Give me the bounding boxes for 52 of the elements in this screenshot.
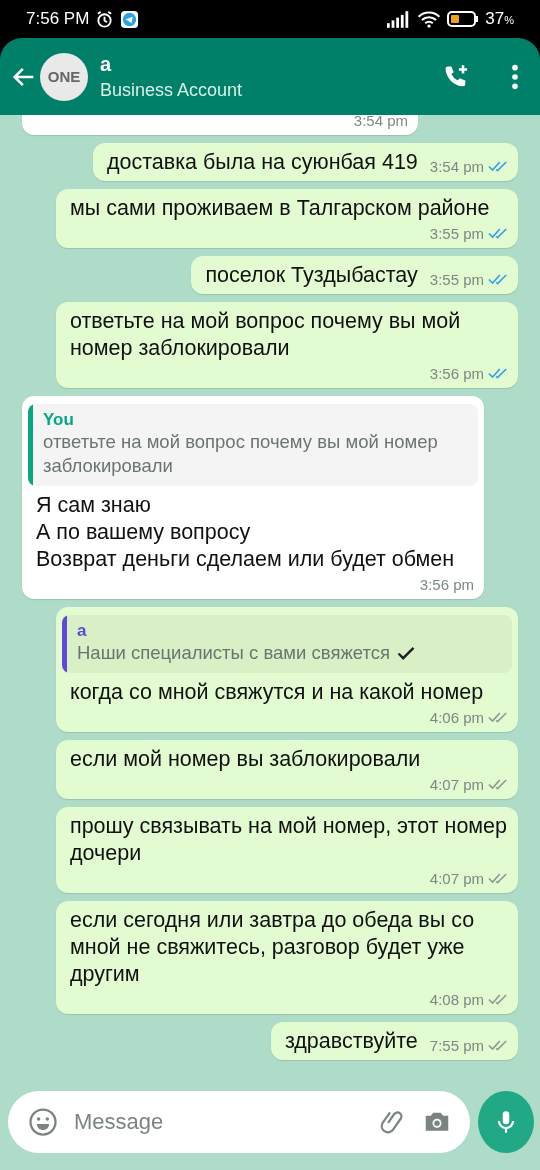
message-text: если мой номер вы заблокировали	[70, 746, 421, 773]
message-text: доставка была на суюнбая 419	[106, 149, 418, 176]
message-field[interactable]: Message	[72, 1108, 364, 1136]
quote-text: ответьте на мой вопрос почему вы мой номер заблокировали	[43, 430, 439, 478]
message-bubble[interactable]: прошу связывать на мой номер, этот номер дочери 4:07 pm	[56, 807, 518, 893]
message-time: 7:55 pm	[429, 1036, 484, 1054]
message-text: поселок Туздыбастау	[205, 262, 418, 289]
message-time: 3:56 pm	[429, 364, 484, 382]
message-time: 4:08 pm	[429, 990, 484, 1008]
message-bubble[interactable]: 3:54 pm	[22, 115, 418, 135]
message-time: 3:55 pm	[429, 224, 484, 242]
battery-icon	[447, 11, 480, 27]
message-time: 3:56 pm	[419, 575, 474, 593]
message-text: Я сам знаю А по вашему вопросу Возврат деньги сделаем или будет обмен	[36, 492, 455, 573]
message-bubble[interactable]: доставка была на суюнбая 419 3:54 pm	[92, 143, 518, 181]
message-bubble[interactable]: a Наши специалисты с вами свяжется когда со мной свяжутся и на какой номер 4:06 pm	[56, 607, 518, 732]
alarm-icon	[95, 9, 115, 29]
message-text: когда со мной свяжутся и на какой номер	[70, 679, 484, 706]
message-text: ответьте на мой вопрос почему вы мой номер заблокировали	[70, 308, 462, 362]
message-time: 3:54 pm	[353, 115, 408, 129]
emoji-icon[interactable]	[28, 1107, 58, 1137]
message-text: мы сами проживаем в Талгарском районе	[70, 195, 490, 222]
message-bubble[interactable]: мы сами проживаем в Талгарском районе 3:55 pm	[56, 189, 518, 248]
contact-name[interactable]: a	[100, 52, 112, 76]
message-text: здравствуйте	[284, 1028, 418, 1055]
message-text: прошу связывать на мой номер, этот номер дочери	[70, 813, 508, 867]
quoted-message[interactable]: a Наши специалисты с вами свяжется	[62, 615, 512, 673]
message-bubble[interactable]: если сегодня или завтра до обеда вы со мной не свяжитесь, разговор будет уже другим 4:08 pm	[56, 901, 518, 1014]
message-bubble[interactable]: поселок Туздыбастау 3:55 pm	[191, 256, 518, 294]
clock: 7:56 PM	[26, 9, 90, 29]
message-time: 4:07 pm	[429, 775, 484, 793]
contact-subtitle: Business Account	[100, 79, 243, 101]
telegram-icon	[120, 9, 140, 29]
message-time: 4:07 pm	[429, 869, 484, 887]
message-bubble[interactable]: здравствуйте 7:55 pm	[270, 1022, 518, 1060]
message-time: 4:06 pm	[429, 708, 484, 726]
message-time: 3:55 pm	[429, 270, 484, 288]
quote-author: You	[43, 410, 74, 430]
avatar[interactable]: ONE	[40, 52, 88, 101]
message-bubble[interactable]: ответьте на мой вопрос почему вы мой номер заблокировали 3:56 pm	[56, 302, 518, 388]
message-bubble[interactable]: если мой номер вы заблокировали 4:07 pm	[56, 740, 518, 799]
message-input[interactable]: Message	[8, 1091, 470, 1153]
microphone-button[interactable]	[478, 1091, 534, 1153]
message-bubble[interactable]: You ответьте на мой вопрос почему вы мой номер заблокировали Я сам знаю А по вашему вопросу Возврат деньги сделаем или будет обмен 3:56 pm	[22, 396, 484, 599]
message-time: 3:54 pm	[429, 157, 484, 175]
quote-text: Наши специалисты с вами свяжется	[77, 641, 416, 665]
more-icon[interactable]	[510, 62, 520, 91]
wifi-icon	[417, 10, 442, 28]
quoted-message[interactable]: You ответьте на мой вопрос почему вы мой номер заблокировали	[28, 404, 478, 486]
message-text: если сегодня или завтра до обеда вы со мной не свяжитесь, разговор будет уже другим	[70, 907, 476, 988]
battery-percent: 37%	[485, 9, 514, 29]
quote-author: a	[77, 621, 87, 641]
